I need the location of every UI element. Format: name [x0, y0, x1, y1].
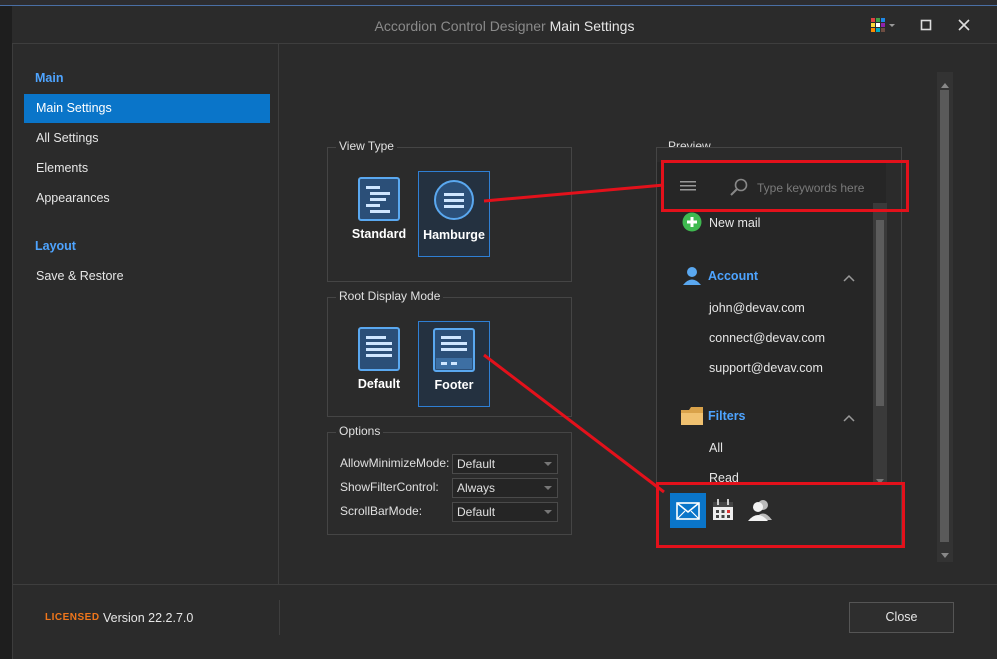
arrow-line-footer — [483, 353, 665, 494]
annotation-arrows — [483, 183, 665, 494]
version-label: Version 22.2.7.0 — [103, 611, 194, 625]
licensed-badge: LICENSED — [45, 612, 100, 623]
arrow-line-hamburger — [483, 183, 665, 203]
footer-divider — [279, 600, 280, 635]
close-button[interactable]: Close — [849, 602, 954, 633]
